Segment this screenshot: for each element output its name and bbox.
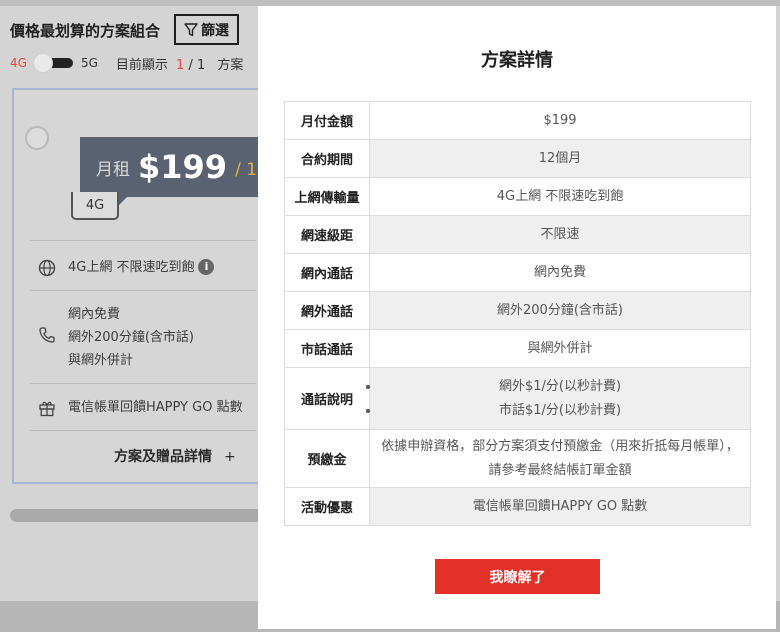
table-row: 活動優惠 電信帳單回饋HAPPY GO 點數 xyxy=(284,487,751,526)
row-value: 依據申辦資格，部分方案須支付預繳金（用來折抵每月帳單），請參考最終結帳訂單金額 xyxy=(369,429,751,488)
showing-current: 1 xyxy=(176,57,185,73)
bullet-icon xyxy=(366,385,370,389)
row-value: 網外200分鐘(含市話) xyxy=(369,291,751,330)
network-row: 4G 5G 目前顯示 1 / 1 方案 xyxy=(10,53,244,73)
row-value: $199 xyxy=(369,101,751,140)
table-row: 網外通話 網外200分鐘(含市話) xyxy=(284,291,751,330)
row-value: 網內免費 xyxy=(369,253,751,292)
plan-card[interactable]: 月租 $199 / 12個 4G 4G上網 不限速吃到飽i 網內免費 網外200… xyxy=(12,88,270,484)
plan-details-table: 月付金額 $199 合約期間 12個月 上網傳輸量 4G上網 不限速吃到飽 網速… xyxy=(284,101,751,526)
row-label: 網速級距 xyxy=(284,215,370,254)
row-value: 4G上網 不限速吃到飽 xyxy=(369,177,751,216)
plan-details-toggle[interactable]: 方案及贈品詳情 + xyxy=(114,446,236,466)
row-label: 市話通話 xyxy=(284,329,370,368)
network-4g-label: 4G xyxy=(10,56,27,70)
row-label: 通話說明 xyxy=(284,367,370,430)
showing-sep: / xyxy=(188,57,193,73)
feature-reward: 電信帳單回饋HAPPY GO 點數 xyxy=(38,396,243,419)
feature-calls-line: 與網外併計 xyxy=(68,353,134,368)
call-note-line: 市話$1/分(以秒計費) xyxy=(498,402,622,418)
row-label: 網內通話 xyxy=(284,253,370,292)
table-row: 上網傳輸量 4G上網 不限速吃到飽 xyxy=(284,177,751,216)
acknowledge-button[interactable]: 我瞭解了 xyxy=(435,559,600,594)
divider xyxy=(30,383,256,384)
network-5g-label: 5G xyxy=(80,56,98,70)
horizontal-scrollbar[interactable] xyxy=(10,509,270,522)
row-label: 月付金額 xyxy=(284,101,370,140)
gift-icon xyxy=(39,401,55,417)
plus-icon: + xyxy=(224,449,236,465)
price-banner: 月租 $199 / 12個 xyxy=(80,137,260,197)
row-value: 電信帳單回饋HAPPY GO 點數 xyxy=(369,487,751,526)
row-value: 與網外併計 xyxy=(369,329,751,368)
row-label: 活動優惠 xyxy=(284,487,370,526)
table-row: 通話說明 網外$1/分(以秒計費) 市話$1/分(以秒計費) xyxy=(284,367,751,430)
feature-calls-line: 網外200分鐘(含市話) xyxy=(68,330,194,345)
divider xyxy=(30,290,256,291)
price-term: / 12個 xyxy=(235,159,260,180)
table-row: 網內通話 網內免費 xyxy=(284,253,751,292)
bullet-icon xyxy=(366,409,370,413)
row-value: 不限速 xyxy=(369,215,751,254)
row-label: 上網傳輸量 xyxy=(284,177,370,216)
plan-radio[interactable] xyxy=(25,126,49,150)
feature-calls-line: 網內免費 xyxy=(68,307,121,322)
divider xyxy=(30,240,256,241)
table-row: 市話通話 與網外併計 xyxy=(284,329,751,368)
showing-label: 目前顯示 xyxy=(115,57,168,73)
info-icon[interactable]: i xyxy=(198,259,215,275)
table-row: 預繳金 依據申辦資格，部分方案須支付預繳金（用來折抵每月帳單），請參考最終結帳訂… xyxy=(284,429,751,488)
showing-total: 1 xyxy=(196,57,206,73)
row-value: 網外$1/分(以秒計費) 市話$1/分(以秒計費) xyxy=(366,367,751,430)
modal-title: 方案詳情 xyxy=(481,50,553,71)
table-row: 網速級距 不限速 xyxy=(284,215,751,254)
row-label: 網外通話 xyxy=(284,291,370,330)
row-label: 合約期間 xyxy=(284,139,370,178)
plan-details-label: 方案及贈品詳情 xyxy=(114,449,212,465)
filter-label: 篩選 xyxy=(201,21,229,38)
table-row: 月付金額 $199 xyxy=(284,101,751,140)
row-value: 12個月 xyxy=(369,139,751,178)
showing-unit: 方案 xyxy=(217,57,244,73)
sim-badge: 4G xyxy=(71,192,119,220)
filter-button[interactable]: 篩選 xyxy=(174,14,239,45)
network-toggle[interactable] xyxy=(32,53,73,73)
table-row: 合約期間 12個月 xyxy=(284,139,751,178)
feature-data-text: 4G上網 不限速吃到飽 xyxy=(68,260,195,275)
price-label: 月租 xyxy=(96,159,130,180)
plan-details-modal: 方案詳情 月付金額 $199 合約期間 12個月 上網傳輸量 4G上網 不限速吃… xyxy=(258,6,776,629)
globe-icon xyxy=(38,259,56,277)
phone-icon xyxy=(39,327,55,343)
divider xyxy=(30,430,256,431)
showing-count: 目前顯示 1 / 1 方案 xyxy=(116,54,244,73)
feature-calls: 網內免費 網外200分鐘(含市話) 與網外併計 xyxy=(38,303,194,372)
filter-icon xyxy=(184,22,198,36)
feature-data: 4G上網 不限速吃到飽 i xyxy=(38,256,215,279)
page-title: 價格最划算的方案組合 xyxy=(10,22,161,40)
call-note-line: 網外$1/分(以秒計費) xyxy=(498,378,622,394)
feature-reward-text: 電信帳單回饋HAPPY GO 點數 xyxy=(68,400,243,415)
row-label: 預繳金 xyxy=(284,429,370,488)
price-amount: $199 xyxy=(138,148,228,186)
toggle-knob xyxy=(32,53,53,73)
